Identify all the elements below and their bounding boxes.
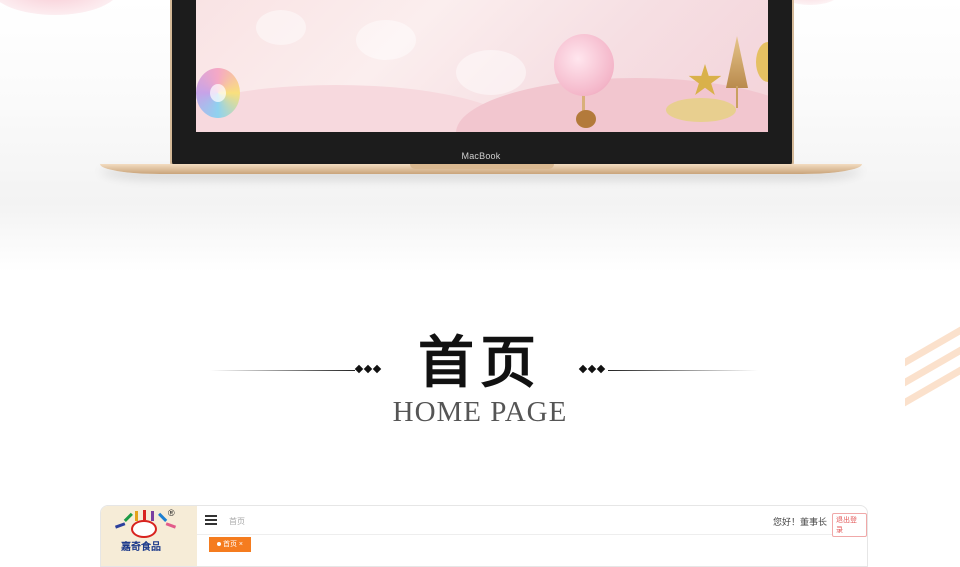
- heart-shape: [456, 50, 526, 95]
- diamond-icon: [578, 364, 588, 374]
- laptop-brand-label: MacBook: [461, 151, 501, 161]
- candy-cone-stick: [736, 86, 738, 108]
- app-logo[interactable]: ® 嘉奇食品: [101, 506, 197, 566]
- tab-home-label: 首页: [222, 541, 237, 548]
- hamburger-icon[interactable]: [205, 515, 217, 525]
- logout-button[interactable]: 退出登录: [832, 513, 867, 537]
- nut-image: [576, 110, 596, 128]
- laptop-screen-banner: [196, 0, 768, 132]
- tab-close-icon[interactable]: ×: [239, 541, 243, 548]
- divider-line-right: [608, 370, 758, 371]
- user-greeting: 您好！董事长: [773, 517, 828, 527]
- diamond-icon: [587, 364, 597, 374]
- laptop-base-notch: [410, 164, 554, 169]
- decor-stripes: [905, 300, 960, 410]
- diamond-icon-group-right: [578, 364, 606, 375]
- section-title: 首页: [418, 330, 542, 396]
- heart-shape: [356, 20, 416, 60]
- section-subtitle: HOME PAGE: [392, 396, 568, 428]
- heart-shape: [256, 10, 306, 45]
- admin-app-preview: ® 嘉奇食品 首页 您好！董事长 退出登录 首页 ×: [100, 505, 868, 567]
- app-header: 首页 您好！董事长 退出登录: [197, 506, 867, 537]
- dot-icon: [216, 542, 221, 547]
- logo-text: 嘉奇食品: [121, 542, 161, 553]
- candy-cone-image: [726, 36, 748, 88]
- cotton-candy-image: [554, 34, 614, 96]
- logo-face-icon: [131, 520, 157, 538]
- diamond-icon: [596, 364, 606, 374]
- gold-candy-pile: [666, 98, 736, 122]
- breadcrumb-home[interactable]: 首页: [229, 516, 245, 527]
- tab-home[interactable]: 首页 ×: [209, 537, 251, 552]
- gold-candy-image: [756, 42, 768, 82]
- lollipop-center: [210, 84, 226, 102]
- registered-mark: ®: [168, 508, 175, 518]
